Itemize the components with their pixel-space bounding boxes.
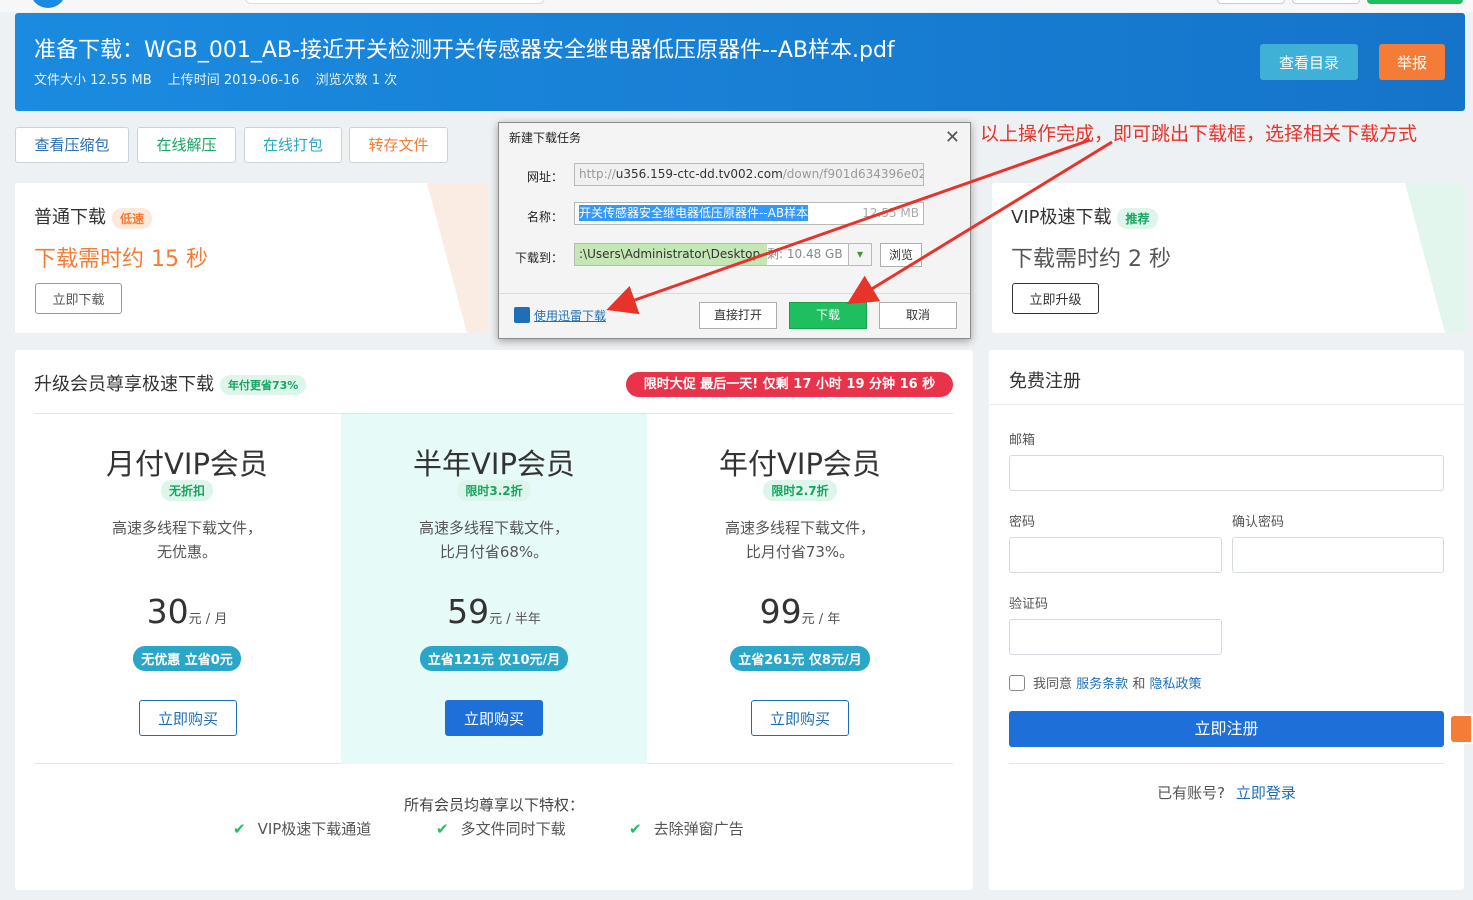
plan-savings: 无优惠 立省0元	[133, 646, 241, 671]
password-label: 密码	[1009, 515, 1036, 530]
vip-heading: 升级会员尊享极速下载 年付更省73%	[34, 370, 307, 396]
plan-savings: 立省261元 仅8元/月	[730, 646, 870, 671]
confirm-password-field[interactable]	[1232, 537, 1444, 573]
plan-tag: 限时3.2折	[457, 480, 531, 501]
file-meta: 文件大小 12.55 MB 上传时间 2019-06-16 浏览次数 1 次	[34, 69, 409, 88]
thunder-icon	[514, 307, 530, 323]
plan-name: 半年VIP会员	[413, 447, 575, 481]
captcha-label: 验证码	[1009, 597, 1049, 612]
normal-download-time: 下载需时约 15 秒	[34, 247, 208, 272]
low-speed-badge: 低速	[112, 207, 153, 229]
save-path-field[interactable]: :\Users\Administrator\Desktop 剩: 10.48 GB…	[574, 243, 872, 266]
nav-button-green[interactable]	[1367, 0, 1463, 4]
browse-button[interactable]: 浏览	[880, 243, 922, 267]
plan-price: 30元 / 月	[146, 592, 228, 631]
agree-checkbox[interactable]	[1009, 675, 1025, 691]
plan-savings: 立省121元 仅10元/月	[419, 646, 569, 671]
plan-monthly: 月付VIP会员 无折扣 高速多线程下载文件， 无优惠。 30元 / 月 无优惠 立…	[34, 414, 340, 764]
perk-item: ✔ VIP极速下载通道	[233, 820, 372, 838]
vip-download-title: VIP极速下载 推荐	[1011, 203, 1158, 229]
recommend-badge: 推荐	[1117, 207, 1158, 229]
normal-download-card: 普通下载 低速 下载需时约 15 秒 立即下载	[15, 183, 487, 333]
view-catalog-button[interactable]: 查看目录	[1260, 44, 1358, 80]
password-field[interactable]	[1009, 537, 1222, 573]
upgrade-now-button[interactable]: 立即升级	[1012, 283, 1099, 314]
name-field[interactable]: 开关传感器安全继电器低压原器件--AB样本 12.55 MB	[574, 202, 924, 225]
captcha-field[interactable]	[1009, 619, 1222, 655]
promo-countdown-badge: 限时大促 最后一天! 仅剩 17 小时 19 分钟 16 秒	[626, 372, 953, 397]
check-icon: ✔	[436, 820, 449, 838]
file-size: 文件大小 12.55 MB	[34, 73, 152, 88]
search-box[interactable]	[245, 0, 545, 4]
plan-price: 99元 / 年	[759, 592, 841, 631]
register-panel: 免费注册 邮箱 密码 确认密码 验证码 我同意 服务条款 和 隐私政策 立即注册…	[989, 350, 1464, 890]
plan-name: 月付VIP会员	[106, 447, 268, 481]
plan-description: 高速多线程下载文件， 比月付省73%。	[724, 519, 875, 561]
confirm-password-label: 确认密码	[1232, 515, 1285, 530]
plan-name: 年付VIP会员	[719, 447, 881, 481]
name-label: 名称：	[526, 210, 563, 224]
check-icon: ✔	[629, 820, 642, 838]
save-to-label: 下载到：	[514, 251, 563, 265]
file-banner: 准备下载：WGB_001_AB-接近开关检测开关传感器安全继电器低压原器件--A…	[15, 13, 1465, 111]
nav-button[interactable]	[1217, 0, 1285, 4]
download-now-button[interactable]: 立即下载	[35, 283, 122, 314]
url-field[interactable]: http://u356.159-ctc-dd.tv002.com/down/f9…	[574, 163, 924, 186]
terms-link[interactable]: 服务条款	[1076, 677, 1128, 692]
online-extract-button[interactable]: 在线解压	[137, 127, 236, 163]
file-title: 准备下载：WGB_001_AB-接近开关检测开关传感器安全继电器低压原器件--A…	[34, 38, 895, 63]
buy-half-year-button[interactable]: 立即购买	[445, 700, 543, 736]
plan-description: 高速多线程下载文件， 比月付省68%。	[418, 519, 569, 561]
view-archive-button[interactable]: 查看压缩包	[15, 127, 129, 163]
login-link[interactable]: 立即登录	[1236, 784, 1296, 802]
privacy-link[interactable]: 隐私政策	[1149, 677, 1201, 692]
register-submit-button[interactable]: 立即注册	[1009, 711, 1444, 747]
dialog-download-button[interactable]: 下载	[789, 302, 867, 329]
report-button[interactable]: 举报	[1379, 44, 1445, 80]
dialog-divider	[499, 293, 970, 294]
site-logo[interactable]	[30, 0, 66, 8]
dialog-title: 新建下载任务	[509, 131, 582, 145]
url-label: 网址：	[526, 170, 563, 184]
plan-tag: 限时2.7折	[763, 480, 837, 501]
open-direct-button[interactable]: 直接打开	[699, 302, 777, 329]
close-icon[interactable]: ✕	[945, 127, 960, 148]
side-float-icon[interactable]	[1449, 714, 1473, 744]
vip-download-card: VIP极速下载 推荐 下载需时约 2 秒 立即升级	[992, 183, 1465, 333]
chevron-down-icon[interactable]: ▾	[848, 244, 871, 265]
check-icon: ✔	[233, 820, 246, 838]
plan-half-year: 半年VIP会员 限时3.2折 高速多线程下载文件， 比月付省68%。 59元 / …	[341, 414, 647, 764]
red-annotation-text: 以上操作完成，即可跳出下载框，选择相关下载方式	[980, 123, 1418, 145]
view-count: 浏览次数 1 次	[315, 73, 398, 88]
nav-button[interactable]	[1292, 0, 1360, 4]
card-decoration	[1405, 183, 1465, 333]
normal-download-title: 普通下载 低速	[34, 203, 153, 229]
top-nav-bar	[0, 0, 1473, 12]
plan-annual: 年付VIP会员 限时2.7折 高速多线程下载文件， 比月付省73%。 99元 / …	[647, 414, 953, 764]
register-title: 免费注册	[1009, 371, 1081, 392]
perk-item: ✔ 去除弹窗广告	[629, 820, 744, 838]
email-label: 邮箱	[1009, 433, 1036, 448]
upload-time: 上传时间 2019-06-16	[167, 73, 300, 88]
online-pack-button[interactable]: 在线打包	[244, 127, 342, 163]
new-download-dialog: 新建下载任务 ✕ 网址： http://u356.159-ctc-dd.tv00…	[498, 122, 971, 339]
buy-monthly-button[interactable]: 立即购买	[139, 700, 237, 736]
annual-save-badge: 年付更省73%	[220, 375, 307, 395]
card-decoration	[427, 183, 487, 333]
dialog-cancel-button[interactable]: 取消	[879, 302, 957, 329]
buy-annual-button[interactable]: 立即购买	[751, 700, 849, 736]
divider	[1009, 763, 1444, 764]
perk-item: ✔ 多文件同时下载	[436, 820, 566, 838]
plan-price: 59元 / 半年	[447, 592, 541, 631]
perks-title: 所有会员均尊享以下特权：	[403, 796, 584, 814]
email-field[interactable]	[1009, 455, 1444, 491]
divider	[989, 404, 1464, 405]
plan-tag: 无折扣	[160, 480, 213, 501]
agree-text: 我同意 服务条款 和 隐私政策	[1033, 677, 1202, 692]
thunder-download-link[interactable]: 使用迅雷下载	[534, 307, 606, 324]
vip-download-time: 下载需时约 2 秒	[1011, 247, 1171, 272]
login-prompt: 已有账号? 立即登录	[1157, 784, 1296, 802]
plan-description: 高速多线程下载文件， 无优惠。	[111, 519, 262, 561]
save-file-button[interactable]: 转存文件	[349, 127, 448, 163]
